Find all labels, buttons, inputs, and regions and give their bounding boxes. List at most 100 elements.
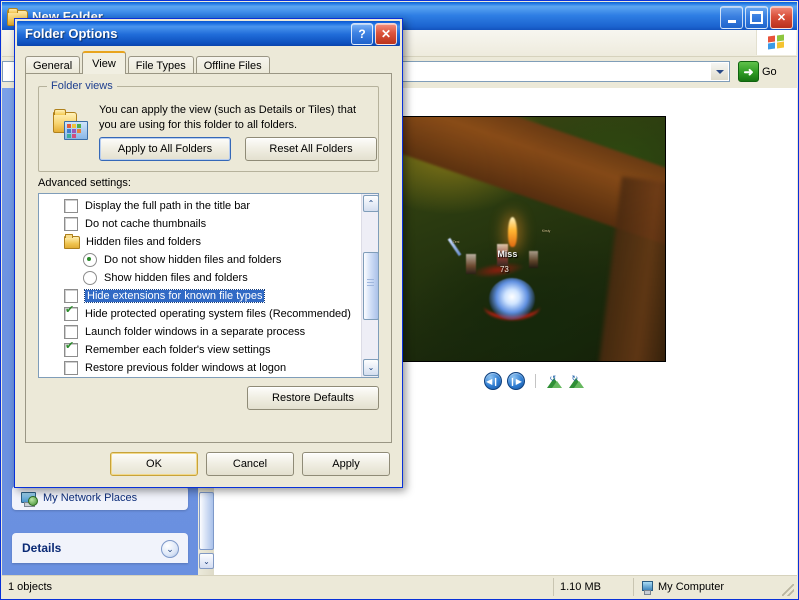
maximize-icon [750, 11, 763, 24]
radio-unselected-icon[interactable] [83, 271, 97, 285]
list-item[interactable]: Show Control Panel in My Computer [39, 377, 361, 378]
advanced-settings-scrollbar[interactable]: ⌃ ⌄ [361, 194, 378, 377]
close-icon: ✕ [776, 12, 787, 24]
dialog-footer: OK Cancel Apply [110, 452, 390, 476]
button-label: Cancel [232, 458, 268, 470]
resize-grip[interactable] [782, 584, 794, 596]
radio-selected-icon[interactable] [83, 253, 97, 267]
checkbox-unchecked-icon[interactable] [64, 325, 78, 339]
question-mark-icon: ? [358, 27, 366, 41]
advanced-settings-label: Advanced settings: [38, 177, 131, 189]
rotate-clockwise-button[interactable]: ↻ [568, 374, 585, 388]
list-item[interactable]: Remember each folder's view settings [39, 341, 361, 359]
checkbox-unchecked-icon[interactable] [64, 217, 78, 231]
reset-all-folders-button[interactable]: Reset All Folders [245, 137, 377, 161]
button-label: Apply to All Folders [117, 143, 213, 155]
next-image-icon: ❙▶ [509, 376, 522, 386]
list-item-label: Hidden files and folders [86, 236, 201, 248]
previous-image-button[interactable]: ◀❙ [483, 372, 502, 390]
scrollbar-thumb[interactable] [199, 492, 214, 550]
checkbox-unchecked-icon[interactable] [64, 199, 78, 213]
preview-controls: ◀❙ ❙▶ ↺ ↻ [402, 370, 666, 392]
list-item[interactable]: Hidden files and folders [39, 233, 361, 251]
go-label: Go [762, 65, 777, 78]
next-image-button[interactable]: ❙▶ [506, 372, 525, 390]
preview-scene: Zeni Kirsty Miss 73 [403, 117, 665, 361]
list-item-label: Display the full path in the title bar [85, 200, 251, 212]
list-item[interactable]: Launch folder windows in a separate proc… [39, 323, 361, 341]
windows-logo-button[interactable] [756, 30, 796, 55]
checkbox-checked-icon[interactable] [64, 305, 78, 321]
cancel-button[interactable]: Cancel [206, 452, 294, 476]
apply-button[interactable]: Apply [302, 452, 390, 476]
preview-nameplate: Kirsty [541, 229, 551, 234]
scrollbar-thumb[interactable] [363, 252, 378, 320]
previous-image-icon: ◀❙ [486, 376, 499, 386]
rotate-counterclockwise-button[interactable]: ↺ [546, 374, 563, 388]
folder-views-group: Folder views You can apply the view (suc… [38, 80, 379, 172]
list-item[interactable]: Do not cache thumbnails [39, 215, 361, 233]
details-panel[interactable]: Details ⌄ [12, 533, 188, 563]
screen: New Folder ✕ ➜ Go My Network Places Deta… [0, 0, 799, 600]
button-label: Restore Defaults [272, 392, 354, 404]
ok-button[interactable]: OK [110, 452, 198, 476]
status-size: 1.10 MB [554, 578, 634, 596]
minimize-button[interactable] [720, 6, 743, 29]
advanced-settings-list[interactable]: Display the full path in the title bar D… [38, 193, 379, 378]
list-item[interactable]: Do not show hidden files and folders [39, 251, 361, 269]
list-item-label: Do not cache thumbnails [85, 218, 207, 230]
list-item[interactable]: Show hidden files and folders [39, 269, 361, 287]
status-bar: 1 objects 1.10 MB My Computer [2, 575, 797, 598]
scrollbar-up-button[interactable]: ⌃ [363, 195, 378, 212]
sidebar-item-my-network-places[interactable]: My Network Places [12, 486, 188, 510]
list-item-label: Launch folder windows in a separate proc… [85, 326, 306, 338]
dialog-titlebar[interactable]: Folder Options ? ✕ [17, 21, 400, 46]
tab-label: General [33, 60, 73, 72]
tab-label: File Types [135, 60, 186, 72]
image-preview: Zeni Kirsty Miss 73 [402, 116, 666, 362]
list-item-label: Hide extensions for known file types [83, 289, 266, 303]
preview-combat-miss: Miss [497, 248, 518, 259]
list-item[interactable]: Hide protected operating system files (R… [39, 305, 361, 323]
close-button[interactable]: ✕ [770, 6, 793, 29]
list-item-label: Hide protected operating system files (R… [85, 308, 351, 320]
close-icon: ✕ [380, 27, 392, 41]
folder-icon [64, 233, 80, 249]
sidebar-item-label: My Network Places [43, 492, 138, 504]
folder-views-buttons: Apply to All Folders Reset All Folders [99, 137, 377, 161]
chevron-down-icon [715, 69, 724, 74]
tab-panel-view: Folder views You can apply the view (suc… [25, 73, 392, 443]
divider [534, 374, 536, 388]
my-computer-icon [640, 580, 653, 595]
address-dropdown-button[interactable] [711, 63, 728, 80]
restore-defaults-button[interactable]: Restore Defaults [247, 386, 379, 410]
scrollbar-down-button[interactable]: ⌄ [363, 359, 378, 376]
help-button[interactable]: ? [351, 23, 373, 45]
folder-options-dialog: Folder Options ? ✕ General View File Typ… [14, 18, 403, 488]
preview-combat-damage: 73 [499, 264, 509, 274]
tab-view[interactable]: View [82, 51, 126, 74]
button-label: Apply [332, 458, 360, 470]
chevron-double-down-icon[interactable]: ⌄ [161, 540, 179, 558]
tab-label: Offline Files [203, 60, 262, 72]
list-item[interactable]: Restore previous folder windows at logon [39, 359, 361, 377]
maximize-button[interactable] [745, 6, 768, 29]
scrollbar-down-button[interactable]: ⌄ [199, 553, 214, 569]
list-item-selected[interactable]: Hide extensions for known file types [39, 287, 361, 305]
windows-logo-icon [768, 33, 785, 51]
checkbox-checked-icon[interactable] [64, 341, 78, 357]
button-label: OK [146, 458, 162, 470]
go-button[interactable]: ➜ Go [738, 61, 777, 82]
status-location: My Computer [634, 578, 797, 596]
network-places-icon [20, 491, 38, 507]
dialog-close-button[interactable]: ✕ [375, 23, 397, 45]
checkbox-unchecked-icon[interactable] [64, 289, 78, 303]
preview-nameplate: Zeni [452, 240, 460, 245]
advanced-settings-rows: Display the full path in the title bar D… [39, 194, 361, 377]
status-objects: 1 objects [2, 578, 554, 596]
restore-defaults-wrap: Restore Defaults [247, 386, 379, 410]
apply-to-all-folders-button[interactable]: Apply to All Folders [99, 137, 231, 161]
list-item[interactable]: Display the full path in the title bar [39, 197, 361, 215]
list-item-label: Show hidden files and folders [104, 272, 248, 284]
checkbox-unchecked-icon[interactable] [64, 361, 78, 375]
